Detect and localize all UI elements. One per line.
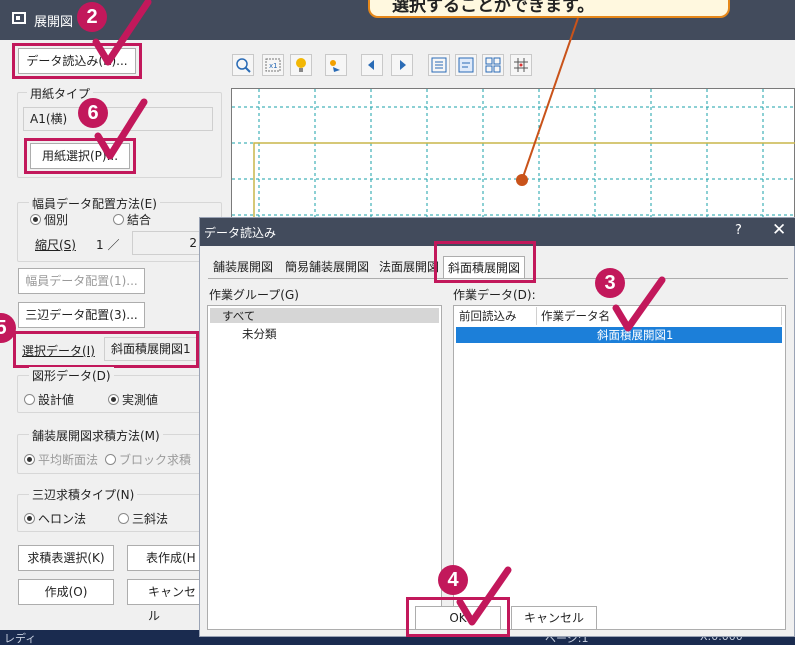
table-create-button[interactable]: 表作成(H [127, 545, 207, 571]
radio-combined-label: 結合 [127, 213, 152, 227]
scale-input[interactable]: 2 [132, 231, 202, 255]
radio-block-label: ブロック求積 [119, 453, 192, 467]
list-view-icon[interactable] [428, 54, 450, 76]
group-all-label: すべて [222, 309, 256, 323]
callout-text: 選択することができます。 [392, 0, 595, 16]
work-group-list[interactable]: すべて 未分類 [207, 305, 442, 630]
radio-avg-section[interactable]: 平均断面法 [24, 451, 98, 468]
lightbulb-icon[interactable] [290, 54, 312, 76]
radio-individual[interactable]: 個別 [30, 211, 68, 228]
previous-icon[interactable] [361, 54, 383, 76]
width-data-button[interactable]: 幅員データ配置(1)... [18, 268, 145, 294]
property-icon[interactable] [455, 54, 477, 76]
step-6-check-icon [94, 98, 148, 160]
radio-individual-label: 個別 [44, 213, 69, 227]
drawing-canvas[interactable] [231, 88, 795, 224]
cancel-button[interactable]: キャンセル [127, 579, 207, 623]
create-button[interactable]: 作成(O) [18, 579, 114, 605]
tab-simple-paving[interactable]: 簡易舗装展開図 [281, 256, 373, 278]
radio-trisection-label: 三斜法 [132, 512, 169, 526]
pan-icon[interactable] [325, 54, 347, 76]
help-icon[interactable]: ? [735, 223, 742, 238]
step-4-check-icon [456, 566, 512, 626]
group-uncategorized-label[interactable]: 未分類 [242, 326, 277, 342]
scale-label: 縮尺(S) [35, 238, 76, 252]
radio-block[interactable]: ブロック求積 [105, 451, 191, 468]
next-icon[interactable] [391, 54, 413, 76]
radio-measured[interactable]: 実測値 [108, 391, 158, 408]
radio-combined[interactable]: 結合 [113, 211, 151, 228]
calc-table-button[interactable]: 求積表選択(K) [18, 545, 114, 571]
status-ready: レディ [4, 632, 37, 645]
radio-heron[interactable]: ヘロン法 [24, 510, 86, 527]
step-2-check-icon [92, 0, 152, 66]
paving-method-label: 舗装展開図求積方法(M) [29, 427, 163, 444]
radio-trisection[interactable]: 三斜法 [118, 510, 168, 527]
dialog-title: データ読込み [204, 226, 277, 240]
svg-text:x1: x1 [269, 62, 278, 70]
callout-balloon: 選択することができます。 [368, 0, 730, 18]
tri-type-label: 三辺求積タイプ(N) [29, 486, 138, 503]
close-icon[interactable]: ✕ [772, 220, 786, 240]
radio-avg-section-label: 平均断面法 [38, 453, 99, 467]
tab-highlight [434, 241, 536, 283]
radio-measured-label: 実測値 [122, 393, 159, 407]
paper-type-label: 用紙タイプ [27, 85, 94, 102]
scale-ratio: 1 ／ [96, 238, 120, 252]
work-data-label: 作業データ(D): [453, 288, 536, 302]
step-3-check-icon [612, 276, 666, 332]
tab-paving[interactable]: 舗装展開図 [209, 256, 277, 278]
radio-design[interactable]: 設計値 [24, 391, 74, 408]
width-method-label: 幅員データ配置方法(E) [29, 195, 160, 212]
callout-pointer [516, 18, 579, 186]
figure-data-label: 図形データ(D) [29, 367, 114, 384]
col-last-read[interactable]: 前回読込み [455, 307, 537, 325]
radio-heron-label: ヘロン法 [38, 512, 87, 526]
window-icon [12, 12, 26, 24]
work-group-label: 作業グループ(G) [209, 288, 299, 302]
radio-design-label: 設計値 [38, 393, 75, 407]
dialog-cancel-button[interactable]: キャンセル [511, 606, 597, 630]
window-title: 展開図 [34, 15, 74, 30]
zoom-1x-icon[interactable]: x1 [262, 54, 284, 76]
zoom-icon[interactable] [232, 54, 254, 76]
layout-icon[interactable] [482, 54, 504, 76]
tri-data-button[interactable]: 三辺データ配置(3)... [18, 302, 145, 328]
tab-slope[interactable]: 法面展開図 [375, 256, 443, 278]
selected-data-highlight [13, 331, 199, 368]
